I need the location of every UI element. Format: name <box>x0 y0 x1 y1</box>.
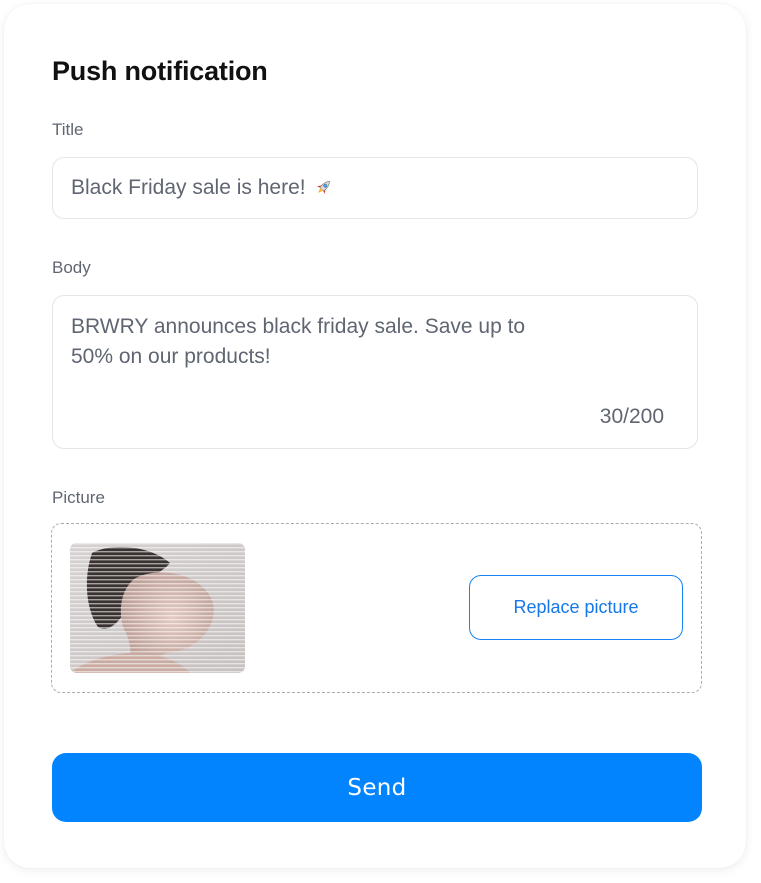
character-counter: 30/200 <box>599 405 664 428</box>
page-title: Push notification <box>52 56 268 86</box>
title-label: Title <box>52 120 84 139</box>
picture-thumbnail <box>70 543 245 673</box>
send-button[interactable]: Send <box>52 753 702 822</box>
replace-picture-button[interactable]: Replace picture <box>469 575 683 640</box>
body-textarea-value: BRWRY announces black friday sale. Save … <box>71 315 526 368</box>
title-input[interactable]: Black Friday sale is here! <box>52 157 698 219</box>
rocket-icon <box>312 177 334 199</box>
body-label: Body <box>52 258 91 277</box>
picture-label: Picture <box>52 488 105 507</box>
title-input-value: Black Friday sale is here! <box>71 176 306 199</box>
picture-dropzone[interactable]: Replace picture <box>51 523 702 693</box>
body-textarea[interactable]: BRWRY announces black friday sale. Save … <box>52 295 698 449</box>
